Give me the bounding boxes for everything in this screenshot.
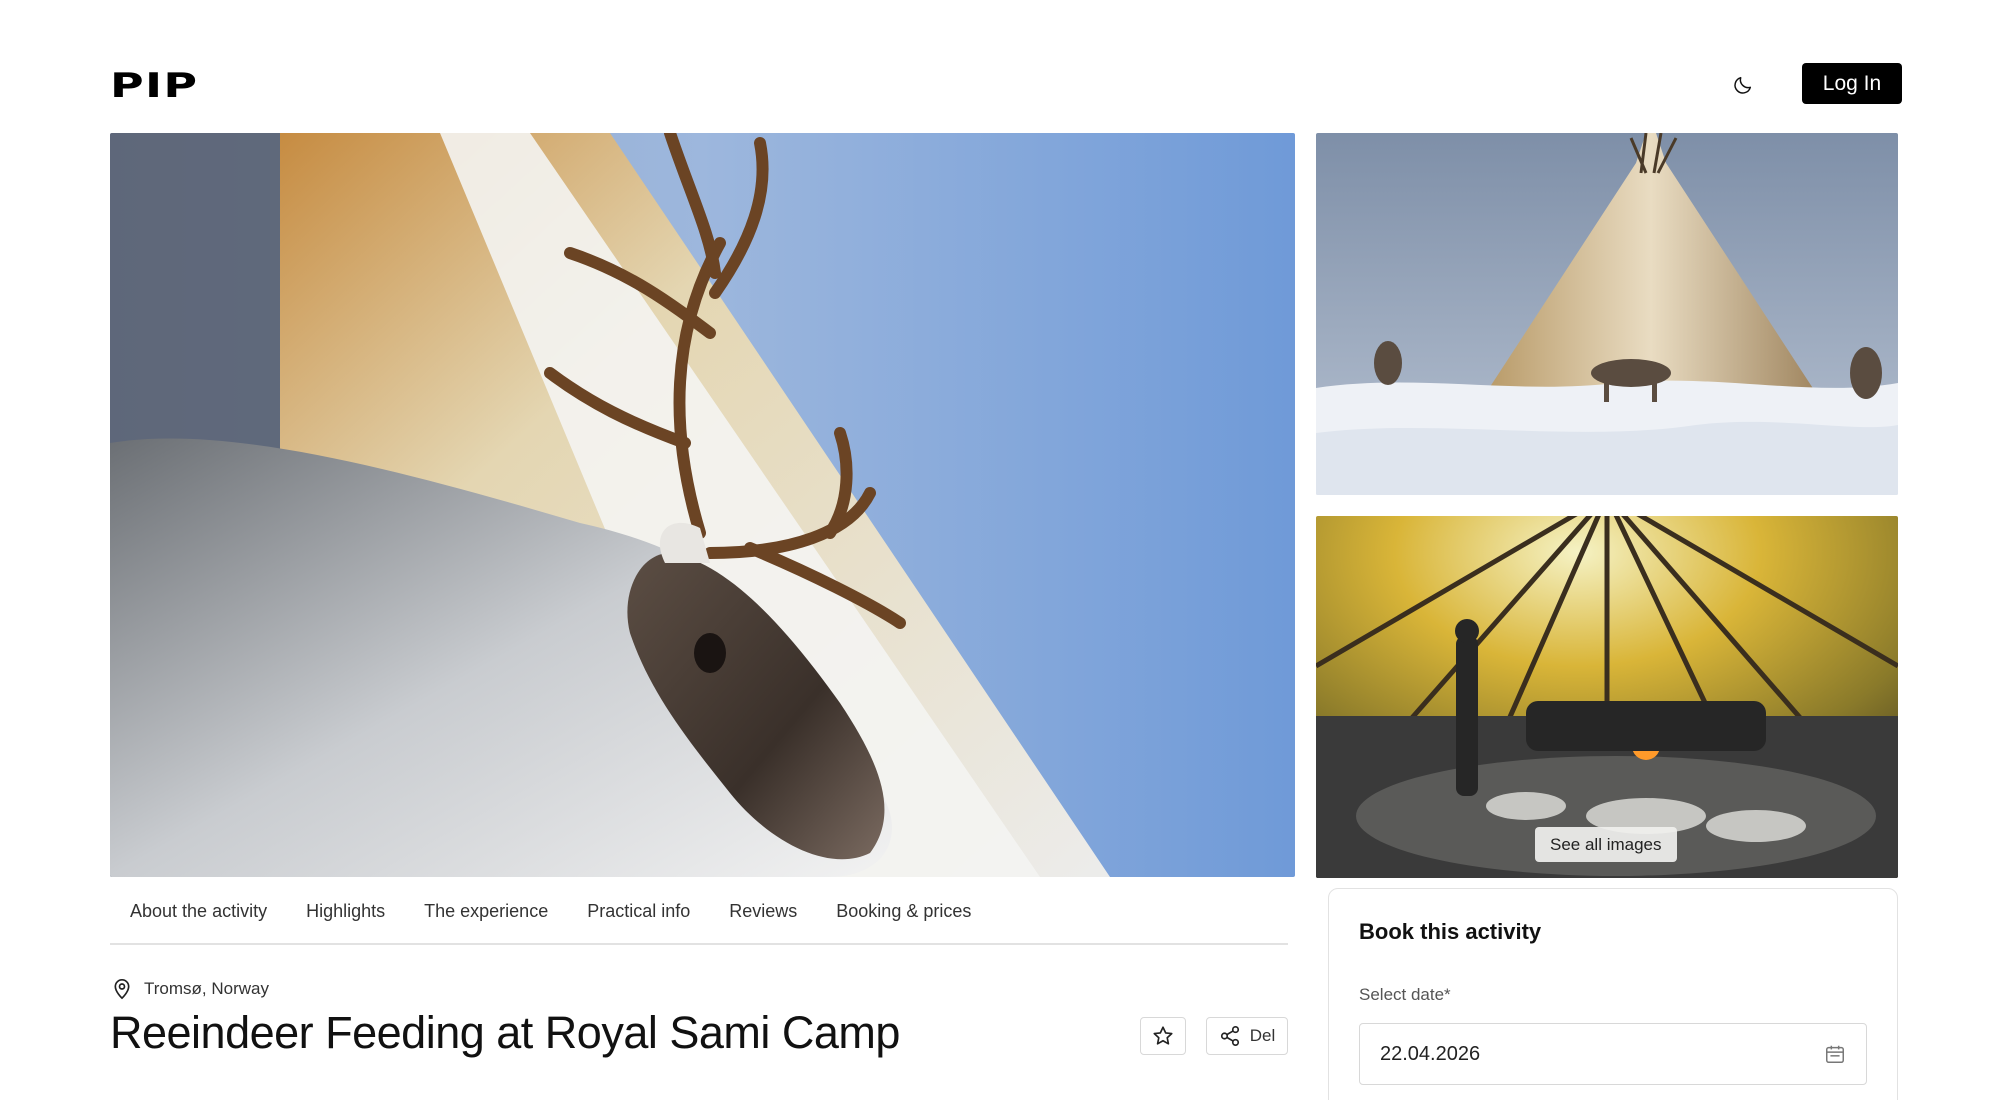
theme-toggle-button[interactable] — [1728, 70, 1758, 100]
moon-icon — [1734, 76, 1752, 94]
tab-practical-info[interactable]: Practical info — [587, 901, 690, 922]
share-button[interactable]: Del — [1206, 1017, 1288, 1055]
date-label: Select date* — [1359, 985, 1451, 1004]
lavvu-tent-image — [1316, 133, 1898, 495]
tab-booking-prices[interactable]: Booking & prices — [836, 901, 971, 922]
tab-highlights[interactable]: Highlights — [306, 901, 385, 922]
login-button[interactable]: Log In — [1802, 63, 1902, 104]
share-icon — [1220, 1026, 1239, 1046]
tent-interior-photo[interactable] — [1316, 516, 1898, 878]
star-icon — [1153, 1026, 1173, 1045]
section-tabs: About the activity Highlights The experi… — [110, 880, 1288, 945]
tent-snow-photo[interactable] — [1316, 133, 1898, 495]
favorite-button[interactable] — [1140, 1017, 1186, 1055]
tab-about[interactable]: About the activity — [130, 901, 267, 922]
see-all-images-button[interactable]: See all images — [1535, 827, 1677, 862]
lavvu-interior-image — [1316, 516, 1898, 878]
tab-reviews[interactable]: Reviews — [729, 901, 797, 922]
booking-title: Book this activity — [1359, 919, 1542, 944]
date-value: 22.04.2026 — [1380, 1042, 1481, 1065]
location-text: Tromsø, Norway — [144, 979, 269, 998]
share-label: Del — [1249, 1026, 1276, 1045]
page-title: Reeindeer Feeding at Royal Sami Camp — [110, 1007, 900, 1058]
location-pin-icon — [114, 979, 130, 1000]
booking-card: Book this activity Select date* 22.04.20… — [1328, 888, 1898, 1100]
date-input[interactable]: 22.04.2026 — [1359, 1023, 1867, 1085]
tab-experience[interactable]: The experience — [424, 901, 548, 922]
site-logo[interactable]: PIP — [110, 66, 198, 106]
main-photo[interactable] — [110, 133, 1295, 877]
location: Tromsø, Norway — [112, 978, 269, 1000]
calendar-icon[interactable] — [1824, 1043, 1846, 1065]
reindeer-portrait-image — [110, 133, 1295, 877]
